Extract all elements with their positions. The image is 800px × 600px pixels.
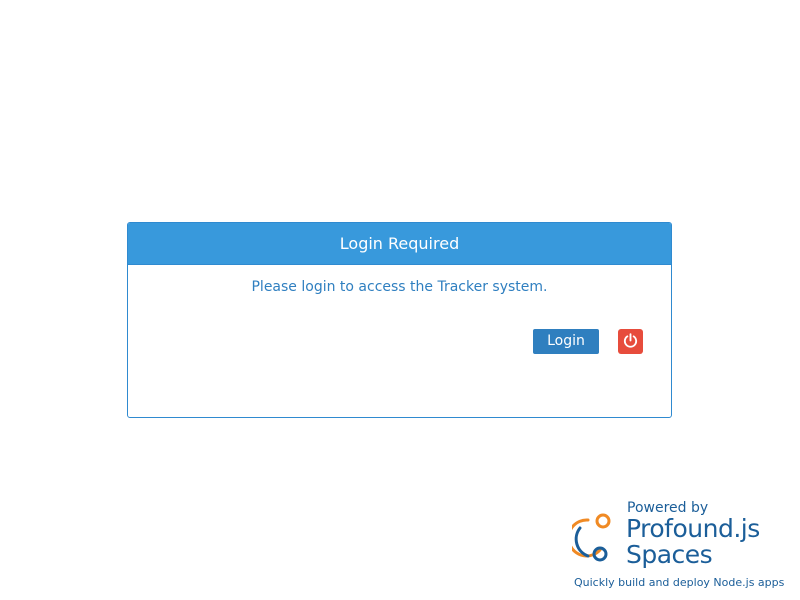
dialog-message: Please login to access the Tracker syste… (251, 279, 548, 295)
power-icon (622, 332, 639, 352)
login-dialog: Login Required Please login to access th… (127, 222, 672, 418)
brand-name: Profound.js (626, 514, 760, 543)
brand-product: Spaces (626, 540, 713, 569)
dialog-title: Login Required (128, 223, 671, 265)
page: Login Required Please login to access th… (0, 0, 800, 600)
profound-logo-icon (567, 512, 622, 572)
login-button[interactable]: Login (533, 329, 599, 354)
brand-tagline: Quickly build and deploy Node.js apps (574, 576, 785, 589)
power-button[interactable] (618, 329, 643, 354)
brand-block: Powered by Profound.js Spaces Quickly bu… (567, 498, 795, 598)
